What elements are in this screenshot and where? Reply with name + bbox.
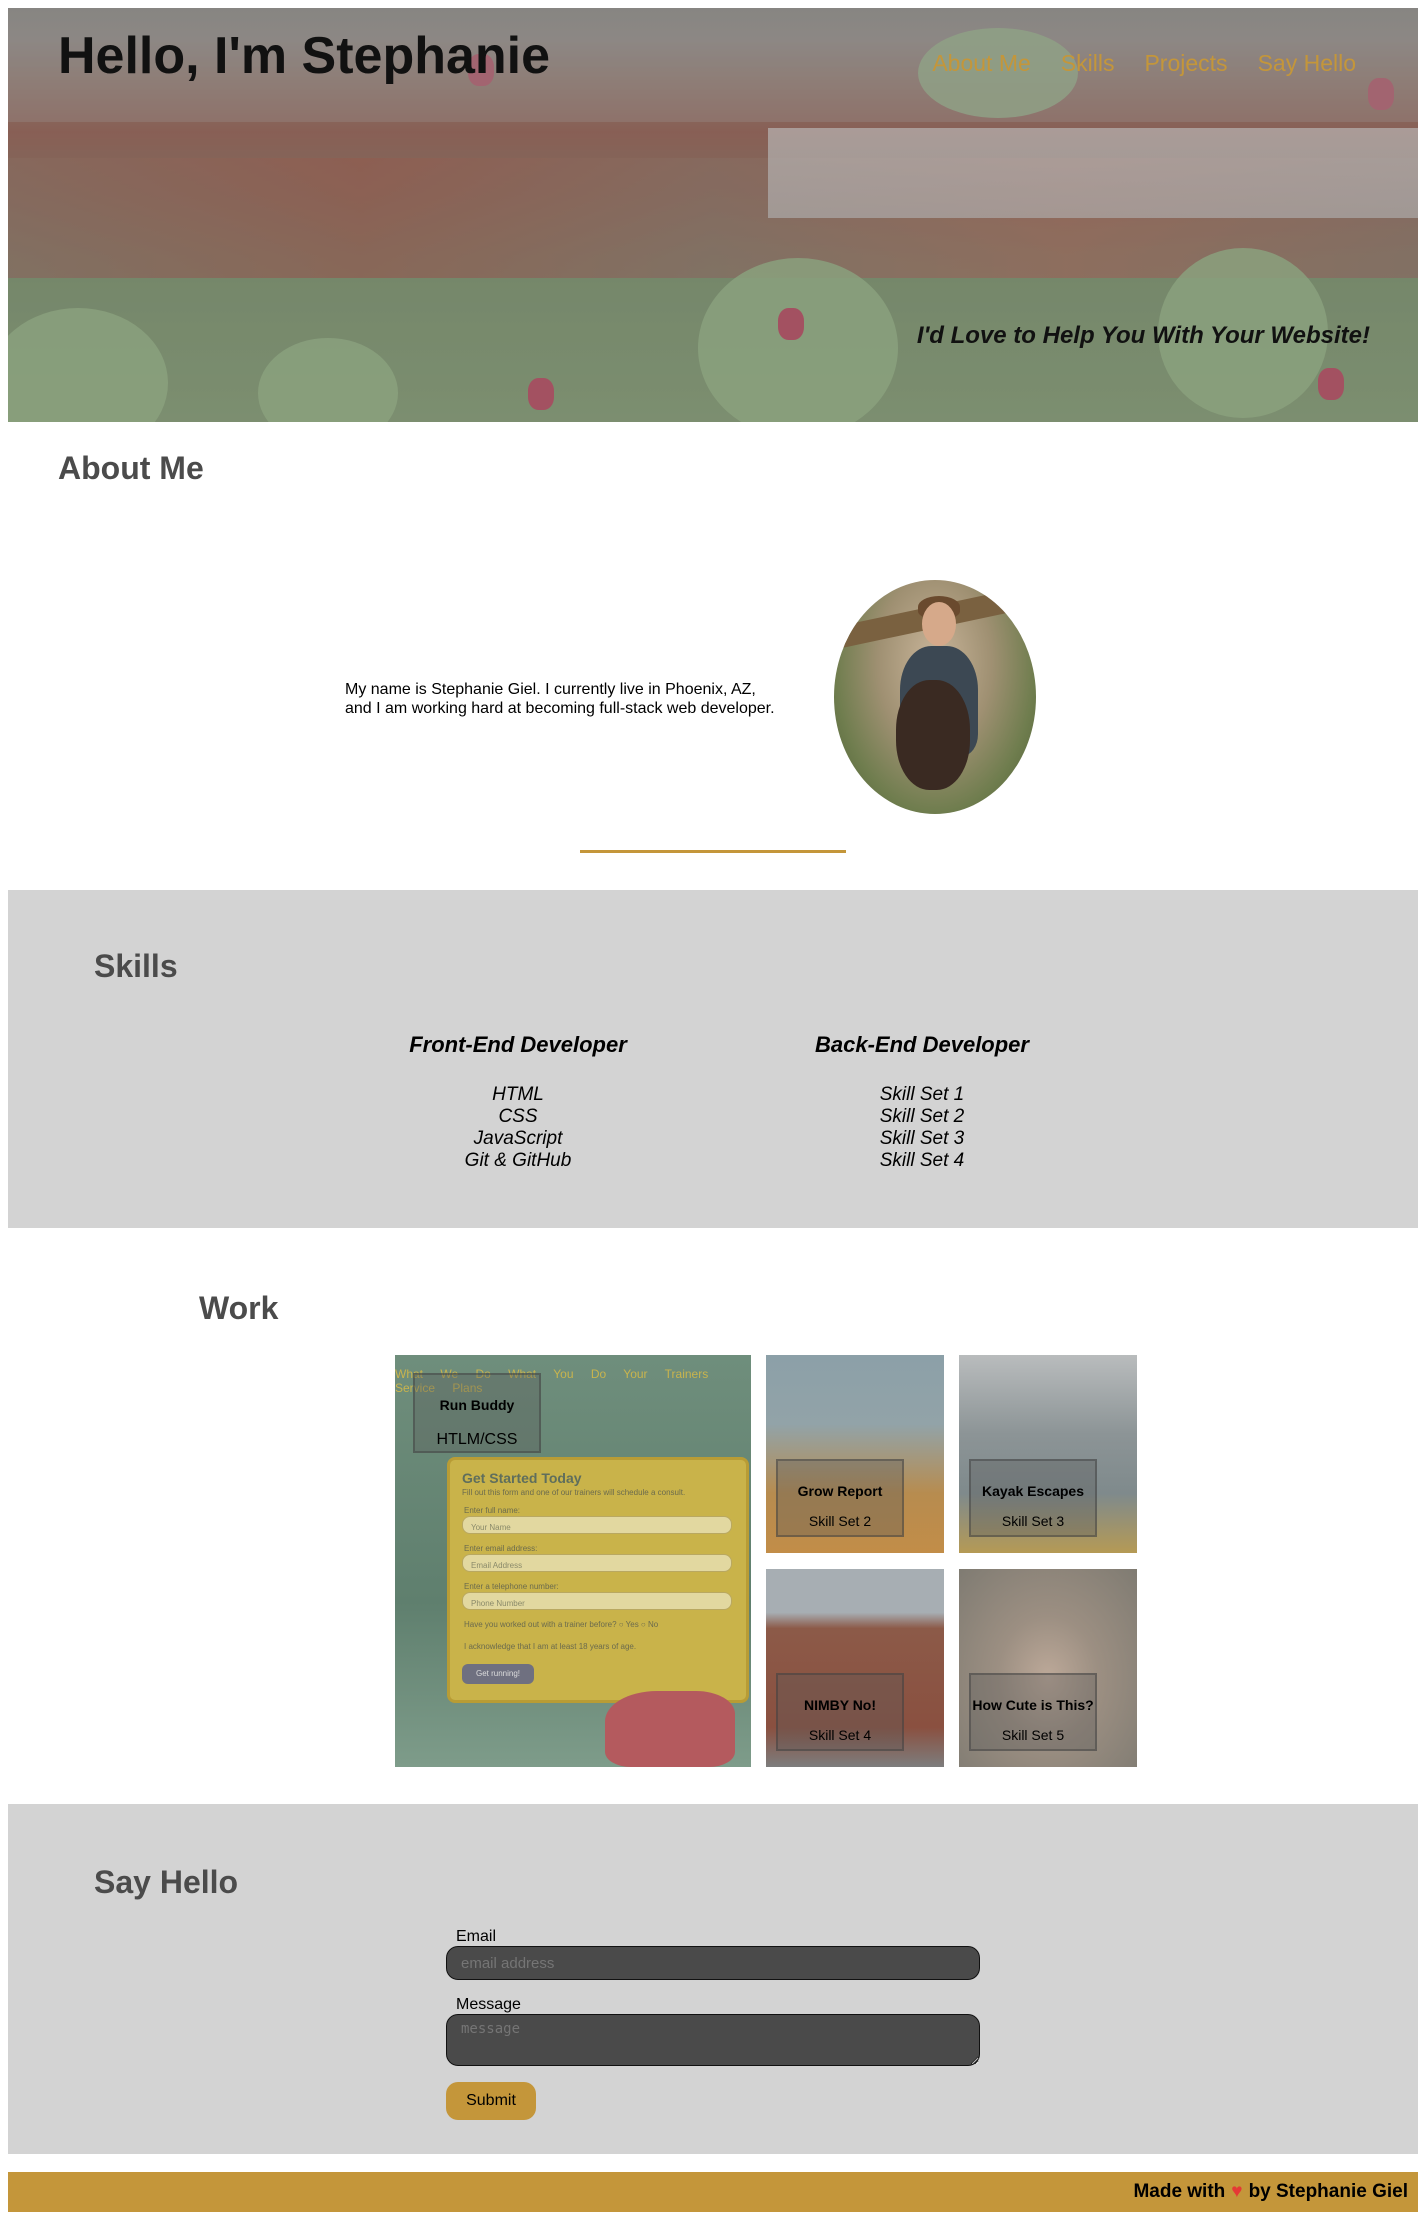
project-label: NIMBY No! Skill Set 4 (776, 1673, 904, 1751)
preview-field: Phone Number (462, 1592, 732, 1610)
skill-item: Skill Set 2 (879, 1106, 965, 1127)
preview-placeholder: Email Address (471, 1561, 523, 1570)
contact-heading: Say Hello (94, 1864, 239, 1900)
preview-placeholder: Your Name (471, 1523, 511, 1532)
nav-skills[interactable]: Skills (1061, 50, 1115, 77)
project-subtitle: Skill Set 4 (808, 1727, 872, 1743)
project-subtitle: Skill Set 5 (1001, 1727, 1065, 1743)
project-card-run-buddy[interactable]: What We Do What You Do Your Trainers Ser… (395, 1355, 751, 1767)
preview-form: Get Started Today Fill out this form and… (447, 1457, 749, 1703)
project-label: Run Buddy HTLM/CSS (413, 1373, 541, 1453)
project-subtitle: HTLM/CSS (436, 1431, 518, 1448)
work-section: Work What We Do What You Do Your Trainer… (8, 1228, 1418, 1804)
footer-text: Made with ♥ by Stephanie Giel (1133, 2181, 1408, 2203)
email-label: Email (456, 1928, 497, 1945)
heart-icon: ♥ (1231, 2181, 1243, 2202)
preview-field: Email Address (462, 1554, 732, 1572)
preview-placeholder: Phone Number (471, 1599, 525, 1608)
nav-about-me[interactable]: About Me (932, 50, 1030, 77)
message-label: Message (456, 1996, 521, 2013)
preview-button: Get running! (462, 1664, 534, 1684)
skill-item: CSS (498, 1106, 538, 1127)
preview-ack: I acknowledge that I am at least 18 year… (464, 1642, 637, 1651)
project-title: How Cute is This? (972, 1697, 1094, 1713)
about-text: My name is Stephanie Giel. I currently l… (345, 681, 775, 717)
project-card-kayak-escapes[interactable]: Kayak Escapes Skill Set 3 (959, 1355, 1137, 1553)
footer: Made with ♥ by Stephanie Giel (8, 2172, 1418, 2212)
project-card-nimby-no[interactable]: NIMBY No! Skill Set 4 (766, 1569, 944, 1767)
nav-say-hello[interactable]: Say Hello (1258, 50, 1356, 77)
section-divider (580, 850, 846, 853)
about-section: About Me My name is Stephanie Giel. I cu… (8, 422, 1418, 890)
preview-label: Enter a telephone number: (464, 1582, 559, 1591)
submit-button[interactable]: Submit (446, 2082, 536, 2120)
skill-item: Skill Set 3 (879, 1128, 965, 1149)
nav-projects[interactable]: Projects (1144, 50, 1227, 77)
footer-author: by Stephanie Giel (1248, 2181, 1408, 2202)
work-heading: Work (199, 1290, 279, 1326)
contact-section: Say Hello Email Message Submit (8, 1804, 1418, 2154)
frontend-skills: Front-End Developer HTML CSS JavaScript … (368, 1032, 668, 1172)
skill-item: Git & GitHub (464, 1150, 572, 1171)
backend-skills: Back-End Developer Skill Set 1 Skill Set… (772, 1032, 1072, 1172)
photo-head (922, 602, 956, 646)
project-card-grow-report[interactable]: Grow Report Skill Set 2 (766, 1355, 944, 1553)
backend-list: Skill Set 1 Skill Set 2 Skill Set 3 Skil… (772, 1084, 1072, 1172)
project-label: Kayak Escapes Skill Set 3 (969, 1459, 1097, 1537)
project-title: Kayak Escapes (982, 1483, 1084, 1499)
project-subtitle: Skill Set 2 (808, 1513, 872, 1529)
skill-item: Skill Set 1 (879, 1084, 965, 1105)
frontend-title: Front-End Developer (409, 1032, 627, 1057)
project-title: NIMBY No! (803, 1697, 877, 1713)
preview-label: Enter email address: (464, 1544, 538, 1553)
profile-photo (834, 580, 1036, 814)
main-nav: About Me Skills Projects Say Hello (932, 50, 1356, 77)
frontend-list: HTML CSS JavaScript Git & GitHub (368, 1084, 668, 1172)
preview-question: Have you worked out with a trainer befor… (464, 1620, 659, 1629)
skill-item: Skill Set 4 (879, 1150, 965, 1171)
project-label: How Cute is This? Skill Set 5 (969, 1673, 1097, 1751)
preview-shoe (605, 1691, 735, 1767)
preview-button-label: Get running! (475, 1669, 521, 1678)
project-title: Grow Report (797, 1483, 883, 1499)
preview-form-subtitle: Fill out this form and one of our traine… (462, 1488, 686, 1497)
skills-heading: Skills (94, 948, 178, 984)
site-title: Hello, I'm Stephanie (58, 27, 551, 85)
footer-made-with: Made with (1133, 2181, 1226, 2202)
project-label: Grow Report Skill Set 2 (776, 1459, 904, 1537)
skill-item: JavaScript (473, 1128, 563, 1149)
hero-header: Hello, I'm Stephanie About Me Skills Pro… (8, 8, 1418, 422)
skills-section: Skills Front-End Developer HTML CSS Java… (8, 890, 1418, 1228)
project-subtitle: Skill Set 3 (1001, 1513, 1065, 1529)
preview-form-title: Get Started Today (462, 1470, 582, 1486)
about-heading: About Me (58, 450, 204, 486)
backend-title: Back-End Developer (815, 1032, 1029, 1057)
email-field[interactable] (446, 1946, 980, 1980)
preview-field: Your Name (462, 1516, 732, 1534)
photo-dog (896, 680, 970, 790)
preview-label: Enter full name: (464, 1506, 521, 1515)
hero-tagline: I'd Love to Help You With Your Website! (916, 322, 1370, 349)
project-title: Run Buddy (439, 1397, 515, 1413)
message-field[interactable] (446, 2014, 980, 2066)
project-card-how-cute[interactable]: How Cute is This? Skill Set 5 (959, 1569, 1137, 1767)
skill-item: HTML (492, 1084, 544, 1105)
